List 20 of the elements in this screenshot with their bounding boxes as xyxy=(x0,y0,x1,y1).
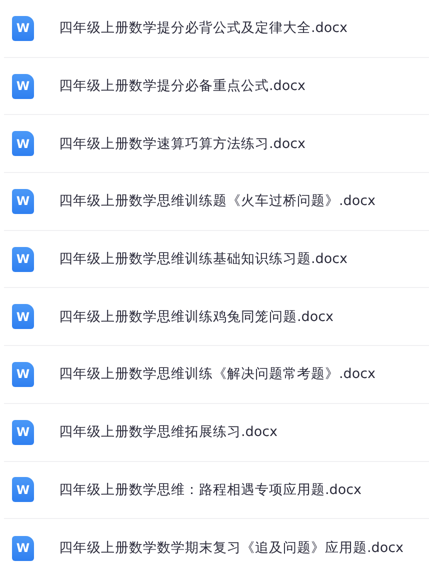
word-document-icon: W xyxy=(12,362,34,387)
word-document-icon: W xyxy=(12,74,34,99)
file-name[interactable]: 四年级上册数学提分必备重点公式.docx xyxy=(59,77,306,96)
file-name[interactable]: 四年级上册数学思维训练题《火车过桥问题》.docx xyxy=(59,192,376,210)
file-name[interactable]: 四年级上册数学思维拓展练习.docx xyxy=(59,423,278,442)
file-name[interactable]: 四年级上册数学提分必背公式及定律大全.docx xyxy=(59,19,348,38)
word-document-icon: W xyxy=(12,477,34,502)
word-document-icon: W xyxy=(12,304,34,330)
word-document-icon: W xyxy=(12,420,34,445)
file-name[interactable]: 四年级上册数学数学期末复习《追及问题》应用题.docx xyxy=(59,539,404,558)
file-name[interactable]: 四年级上册数学速算巧算方法练习.docx xyxy=(59,134,306,153)
word-document-icon: W xyxy=(12,536,34,561)
file-name[interactable]: 四年级上册数学思维训练《解决问题常考题》.docx xyxy=(59,365,376,384)
file-name[interactable]: 四年级上册数学思维训练基础知识练习题.docx xyxy=(59,250,348,268)
file-name[interactable]: 四年级上册数学思维训练鸡兔同笼问题.docx xyxy=(59,308,334,326)
word-document-icon: W xyxy=(12,16,34,41)
file-name[interactable]: 四年级上册数学思维：路程相遇专项应用题.docx xyxy=(59,480,362,499)
word-document-icon: W xyxy=(12,188,34,214)
word-document-icon: W xyxy=(12,246,34,272)
word-document-icon: W xyxy=(12,131,34,156)
